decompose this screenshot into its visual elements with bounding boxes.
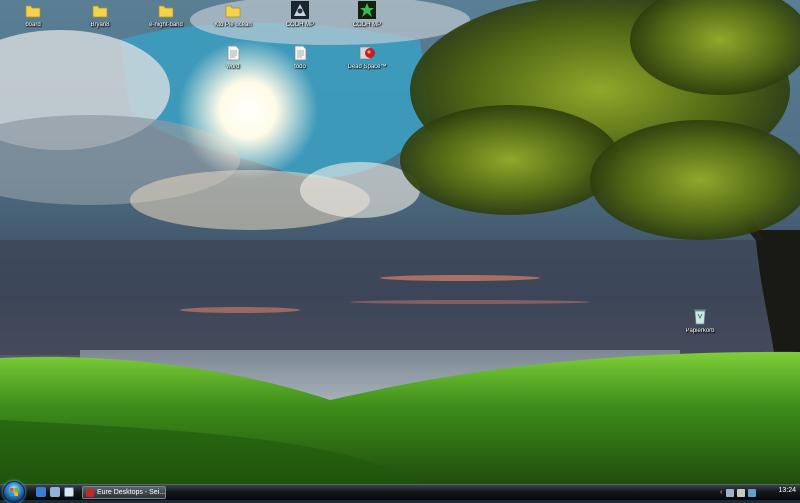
wallpaper-landscape: [0, 0, 800, 484]
desktop-icon-label: Dead Space™: [347, 64, 387, 70]
desktop-icon-codh-mp-2[interactable]: CODH MP: [334, 1, 400, 29]
game-shortcut-icon: [291, 1, 309, 19]
folder-icon: [25, 5, 41, 18]
desktop-icon-label: Bryan8: [90, 22, 110, 28]
volume-icon[interactable]: [737, 488, 746, 497]
opera-browser-icon: [86, 489, 94, 497]
clock[interactable]: 13:24: [778, 487, 796, 494]
network-icon[interactable]: [726, 488, 735, 497]
folder-icon: [225, 5, 241, 18]
game-shortcut-icon: [359, 46, 375, 60]
desktop-icon-label: e-night-band: [149, 22, 183, 28]
taskbar: Eure Desktops - Sei... ‹ 13:24: [0, 481, 800, 503]
desktop-icon-label: Papierkorb: [685, 328, 715, 334]
desktop-icon-label: Kto Pie ocean: [214, 22, 252, 28]
document-icon: [294, 45, 307, 61]
desktop-icon-codh-mp-1[interactable]: CODH MP: [267, 1, 333, 29]
folder-icon: [158, 5, 174, 18]
desktop[interactable]: board Bryan8 e-night-band Kto Pie ocean …: [0, 0, 800, 484]
recycle-bin-icon: [694, 309, 706, 325]
system-tray: ‹ 13:24: [718, 485, 800, 500]
desktop-icon-dead-space[interactable]: Dead Space™: [334, 45, 400, 71]
folder-icon: [92, 5, 108, 18]
show-desktop-icon[interactable]: [36, 487, 46, 497]
desktop-icon-label: CODH MP: [352, 22, 382, 28]
desktop-icon-todo[interactable]: todo: [267, 45, 333, 71]
desktop-icon-word[interactable]: word: [200, 45, 266, 71]
game-shortcut-icon: [358, 1, 376, 19]
taskbar-window-title: Eure Desktops - Sei...: [97, 489, 166, 496]
desktop-icon-label: word: [226, 64, 240, 70]
desktop-icon-label: CODH MP: [285, 22, 315, 28]
tray-expand-icon[interactable]: ‹: [720, 489, 722, 496]
desktop-icon-e-night-band[interactable]: e-night-band: [133, 3, 199, 29]
switch-windows-icon[interactable]: [50, 487, 60, 497]
quick-launch-bar: [36, 487, 74, 499]
document-icon: [227, 45, 240, 61]
desktop-icon-papierkorb[interactable]: Papierkorb: [667, 307, 733, 335]
windows-logo-icon: [10, 488, 18, 496]
desktop-icon-label: board: [25, 22, 41, 28]
taskbar-window-button[interactable]: Eure Desktops - Sei...: [82, 486, 166, 499]
desktop-icon-kto-pie-ocean[interactable]: Kto Pie ocean: [200, 3, 266, 29]
desktop-icon-bryan8[interactable]: Bryan8: [67, 3, 133, 29]
browser-icon[interactable]: [64, 487, 74, 497]
desktop-icon-label: todo: [294, 64, 306, 70]
update-icon[interactable]: [748, 488, 757, 497]
desktop-icon-board[interactable]: board: [0, 3, 66, 29]
